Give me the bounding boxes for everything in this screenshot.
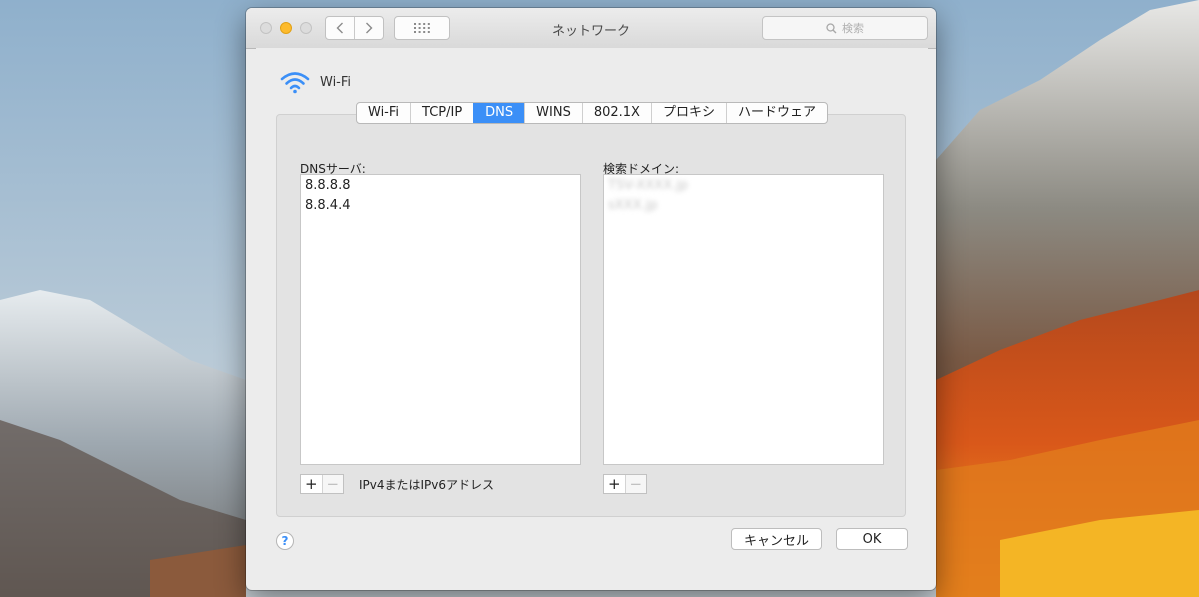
search-domain-add-remove-control: + − [603,474,647,494]
wifi-icon [280,72,310,94]
tab-wifi[interactable]: Wi-Fi [357,103,410,123]
interface-header: Wi-Fi [280,70,351,94]
tab-tcpip[interactable]: TCP/IP [410,103,473,123]
dns-pane: Wi-Fi Wi-Fi TCP/IP DNS WINS 802.1X プロキシ … [256,48,928,570]
ok-button[interactable]: OK [836,528,908,550]
list-item[interactable]: 8.8.4.4 [301,195,580,215]
cancel-button[interactable]: キャンセル [731,528,822,550]
list-item[interactable]: 8.8.8.8 [301,175,580,195]
list-item[interactable]: TSV-XXXX.jp [604,175,883,195]
dns-servers-list[interactable]: 8.8.8.8 8.8.4.4 [300,174,581,465]
tab-dns[interactable]: DNS [473,103,525,123]
search-icon [826,22,837,33]
search-field[interactable]: 検索 [762,16,928,40]
search-placeholder: 検索 [842,22,864,35]
tab-bar: Wi-Fi TCP/IP DNS WINS 802.1X プロキシ ハードウェア [356,102,828,124]
search-domains-list[interactable]: TSV-XXXX.jp sXXX.jp [603,174,884,465]
tab-8021x[interactable]: 802.1X [581,103,651,123]
tab-proxy[interactable]: プロキシ [650,103,726,123]
remove-search-domain-button[interactable]: − [624,475,646,493]
list-item[interactable]: sXXX.jp [604,195,883,215]
add-search-domain-button[interactable]: + [604,475,625,493]
titlebar: ネットワーク 検索 [246,8,936,49]
dns-address-hint: IPv4またはIPv6アドレス [359,478,495,492]
dns-add-remove-control: + − [300,474,344,494]
remove-dns-server-button[interactable]: − [321,475,343,493]
tab-wins[interactable]: WINS [524,103,582,123]
tab-hardware[interactable]: ハードウェア [725,103,827,123]
add-dns-server-button[interactable]: + [301,475,322,493]
help-button[interactable]: ? [276,532,294,550]
interface-name: Wi-Fi [320,74,352,90]
network-preferences-window: ネットワーク 検索 Wi-Fi Wi-Fi TCP/IP DNS WINS 80… [246,8,936,590]
